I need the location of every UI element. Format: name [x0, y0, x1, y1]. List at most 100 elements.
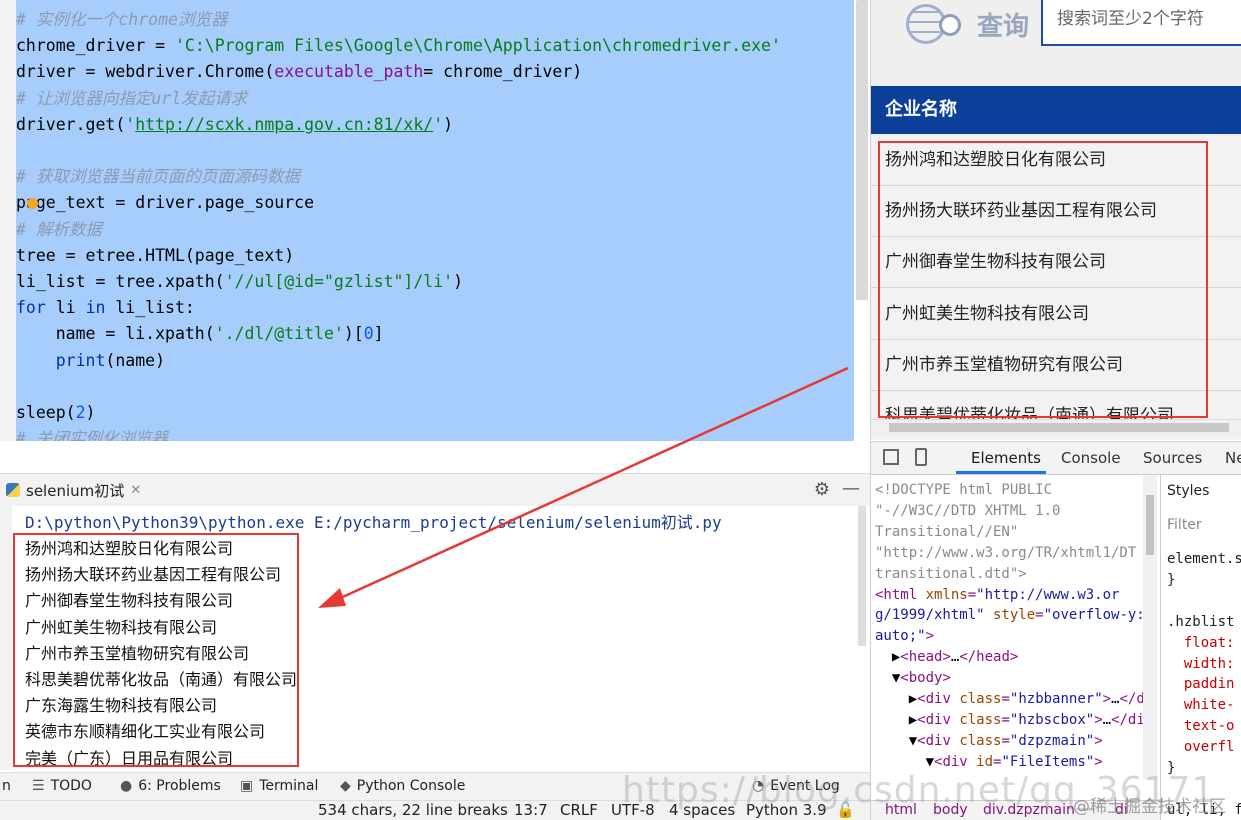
- token: ▼: [875, 732, 918, 749]
- token: xmlns: [925, 586, 968, 603]
- status-line-separator[interactable]: CRLF: [560, 801, 598, 819]
- device-toggle-icon[interactable]: [915, 448, 927, 466]
- styles-tab[interactable]: Styles: [1167, 483, 1209, 499]
- token: "dzpzmain": [1009, 732, 1095, 749]
- token: 2: [75, 403, 86, 422]
- terminal-icon: ▣: [240, 778, 254, 794]
- token: class: [959, 711, 1002, 728]
- token: 0: [363, 324, 374, 344]
- devtools-tabs: Elements Console Sources Ne: [871, 442, 1241, 475]
- dom-line[interactable]: ▼<div class="dzpzmain">: [875, 731, 1103, 752]
- close-icon[interactable]: ✕: [130, 483, 141, 498]
- dom-line[interactable]: ▶<head>…</head>: [875, 647, 1018, 668]
- devtools-panel: Elements Console Sources Ne <!DOCTYPE ht…: [870, 441, 1241, 820]
- scrollbar-thumb[interactable]: [889, 423, 1229, 432]
- tab-network[interactable]: Ne: [1225, 449, 1241, 467]
- token: =: [967, 586, 977, 603]
- tool-todo[interactable]: ☰ TODO: [32, 778, 92, 794]
- dom-line[interactable]: ▶<div class="hzbbanner">…</di: [875, 689, 1154, 710]
- status-chars[interactable]: 534 chars, 22 line breaks: [318, 801, 508, 819]
- dom-line[interactable]: ▶<div class="hzbscbox">…</div: [875, 710, 1154, 731]
- tool-python-console[interactable]: ◆ Python Console: [340, 778, 465, 794]
- style-line: white-: [1167, 697, 1235, 714]
- tab-elements[interactable]: Elements: [971, 449, 1041, 467]
- gear-icon[interactable]: ⚙: [814, 479, 830, 500]
- tool-terminal-label: Terminal: [259, 778, 319, 794]
- status-position[interactable]: 13:7: [514, 801, 548, 819]
- code-line[interactable]: driver.get('http://scxk.nmpa.gov.cn:81/x…: [16, 112, 453, 138]
- dom-line[interactable]: auto;">: [875, 626, 934, 647]
- dom-line[interactable]: g/1999/xhtml" style="overflow-y:: [875, 605, 1145, 626]
- dom-line[interactable]: <!DOCTYPE html PUBLIC: [875, 480, 1052, 501]
- dom-line[interactable]: Transitional//EN": [875, 522, 1018, 543]
- dom-tree[interactable]: <!DOCTYPE html PUBLIC "-//W3C//DTD XHTML …: [871, 475, 1153, 820]
- code-line[interactable]: # 关闭实例化浏览器: [16, 426, 168, 441]
- code-line[interactable]: # 解析数据: [16, 217, 102, 243]
- token: id: [976, 753, 994, 770]
- inspect-icon[interactable]: [883, 449, 899, 465]
- style-line: text-o: [1167, 718, 1235, 735]
- token: <head>: [900, 649, 951, 666]
- code-line[interactable]: print(name): [16, 348, 165, 374]
- run-tab[interactable]: selenium初试 ✕: [0, 474, 151, 506]
- tool-problems[interactable]: ● 6: Problems: [120, 778, 221, 794]
- dom-line[interactable]: ▼<body>: [875, 668, 951, 689]
- styles-filter-input[interactable]: Filter: [1167, 517, 1202, 533]
- dom-scrollbar[interactable]: [1143, 475, 1157, 780]
- token: style: [984, 607, 1036, 624]
- tool-python-console-label: Python Console: [356, 778, 466, 794]
- token: >: [1094, 753, 1103, 770]
- code-editor[interactable]: # 实例化一个chrome浏览器 chrome_driver = 'C:\Prog…: [0, 0, 870, 441]
- editor-scrollbar[interactable]: [856, 0, 868, 300]
- dom-line[interactable]: "http://www.w3.org/TR/xhtml1/DT: [875, 543, 1136, 564]
- code-line[interactable]: tree = etree.HTML(page_text): [16, 243, 294, 269]
- token: page_text = driver.page_source: [16, 193, 315, 213]
- code-line[interactable]: # 实例化一个chrome浏览器: [16, 7, 227, 33]
- dom-line[interactable]: "-//W3C//DTD XHTML 1.0: [875, 501, 1060, 522]
- token: './dl/@title': [214, 324, 344, 344]
- browser-horizontal-scrollbar[interactable]: [871, 419, 1241, 436]
- token: ▼: [875, 753, 935, 770]
- tool-run[interactable]: n: [2, 778, 11, 794]
- scrollbar-thumb[interactable]: [1146, 495, 1154, 555]
- minimize-icon[interactable]: —: [842, 478, 860, 499]
- code-line[interactable]: sleep(2): [16, 400, 95, 426]
- token: '//ul[@id="gzlist"]/li': [224, 272, 454, 291]
- token: transitional.dtd">: [875, 565, 1027, 582]
- code-line[interactable]: name = li.xpath('./dl/@title')[0]: [16, 321, 384, 347]
- code-area[interactable]: # 实例化一个chrome浏览器 chrome_driver = 'C:\Prog…: [16, 0, 854, 441]
- run-side-toolbar: [0, 506, 12, 770]
- dom-line[interactable]: transitional.dtd">: [875, 564, 1027, 585]
- token: <div: [917, 732, 960, 749]
- browser-page: 查询 搜索词至少2个字符 企业名称 扬州鸿和达塑胶日化有限公司 扬州扬大联环药业基…: [870, 0, 1241, 440]
- token: >: [1102, 691, 1112, 707]
- intention-bulb-icon[interactable]: [27, 198, 38, 209]
- token: li: [45, 298, 86, 318]
- token: …: [1111, 691, 1120, 707]
- tab-sources[interactable]: Sources: [1143, 449, 1202, 467]
- code-line[interactable]: chrome_driver = 'C:\Program Files\Google…: [16, 33, 781, 59]
- code-line[interactable]: for li in li_list:: [16, 295, 195, 321]
- code-line[interactable]: # 让浏览器向指定url发起请求: [16, 86, 247, 112]
- code-line[interactable]: page_text = driver.page_source: [16, 190, 314, 216]
- code-line[interactable]: # 获取浏览器当前页面的页面源码数据: [16, 164, 300, 190]
- search-input[interactable]: 搜索词至少2个字符: [1041, 0, 1241, 46]
- run-panel-header: selenium初试 ✕ ⚙ —: [0, 473, 870, 507]
- code-line[interactable]: li_list = tree.xpath('//ul[@id="gzlist"]…: [16, 269, 463, 295]
- token: # 关闭实例化浏览器: [16, 429, 168, 441]
- token: =: [1001, 691, 1010, 707]
- token: driver = webdriver.Chrome(: [16, 62, 275, 82]
- console-scrollbar[interactable]: [858, 506, 866, 646]
- style-line: element.s: [1167, 551, 1241, 567]
- tool-terminal[interactable]: ▣ Terminal: [240, 778, 318, 794]
- token: <html: [875, 586, 926, 603]
- token: <!DOCTYPE html PUBLIC: [875, 482, 1053, 498]
- code-line[interactable]: driver = webdriver.Chrome(executable_pat…: [16, 59, 582, 85]
- run-command: D:\python\Python39\python.exe E:/pycharm…: [25, 513, 722, 532]
- dom-line[interactable]: <html xmlns="http://www.w3.or: [875, 585, 1119, 606]
- active-tab-indicator: [956, 471, 1046, 474]
- token: <body>: [900, 670, 951, 687]
- tab-console[interactable]: Console: [1061, 449, 1121, 467]
- tool-todo-label: TODO: [50, 778, 92, 794]
- token: "hzbscbox": [1009, 711, 1095, 728]
